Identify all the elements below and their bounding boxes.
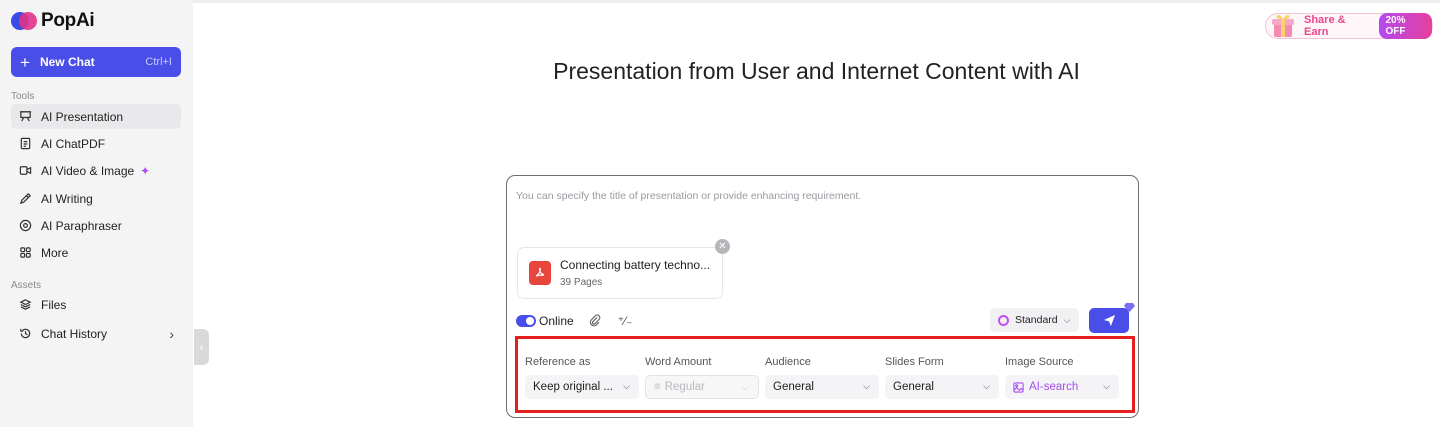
presentation-options-panel: Reference as Keep original ... ⌵ Word Am… (515, 336, 1135, 413)
sidebar-item-label: AI Presentation (41, 109, 124, 124)
sidebar-item-more[interactable]: More (11, 240, 181, 265)
tools-section-label: Tools (11, 91, 35, 102)
chevron-down-icon: ⌵ (863, 381, 870, 391)
audience-label: Audience (765, 356, 811, 368)
app-name: PopAi (41, 10, 95, 31)
plus-icon: + (20, 52, 30, 72)
chevron-down-icon: ⌵ (623, 381, 630, 391)
discount-badge: 20% OFF (1379, 13, 1432, 39)
send-icon (1103, 314, 1115, 327)
word-amount-value: Regular (664, 381, 705, 393)
sparkle-icon: ✦ (140, 163, 151, 178)
page-title: Presentation from User and Internet Cont… (553, 58, 1080, 84)
sidebar-item-label: More (41, 245, 69, 260)
video-image-icon (18, 164, 32, 178)
reference-label: Reference as (525, 356, 591, 368)
new-chat-shortcut: Ctrl+I (145, 56, 172, 68)
chevron-down-icon: ⌵ (983, 381, 990, 391)
presentation-composer: You can specify the title of presentatio… (506, 175, 1139, 418)
online-toggle[interactable] (516, 315, 536, 327)
sidebar-item-label: AI Writing (41, 191, 93, 206)
reference-select[interactable]: Keep original ... ⌵ (525, 375, 639, 399)
sidebar-item-ai-chatpdf[interactable]: AI ChatPDF (11, 131, 181, 156)
image-source-label: Image Source (1005, 356, 1074, 368)
lines-icon: ≡ (654, 381, 661, 393)
sidebar: PopAi + New Chat Ctrl+I Tools AI Present… (0, 0, 193, 427)
pen-icon (18, 192, 32, 206)
online-label: Online (539, 314, 574, 328)
pdf-icon (529, 261, 551, 285)
share-earn-button[interactable]: Share & Earn 20% OFF (1265, 13, 1433, 39)
gift-icon (1272, 15, 1294, 37)
chevron-down-icon: ⌵ (1103, 381, 1110, 391)
top-divider (193, 0, 1440, 3)
main-content: Share & Earn 20% OFF Presentation from U… (193, 0, 1440, 427)
sidebar-item-label: AI Video & Image (41, 163, 135, 178)
sidebar-item-ai-presentation[interactable]: AI Presentation (11, 104, 181, 129)
history-icon (18, 327, 32, 341)
popai-logo-icon (11, 10, 37, 32)
app-logo[interactable]: PopAi (11, 10, 95, 32)
reference-value: Keep original ... (533, 381, 613, 393)
sidebar-item-chat-history[interactable]: Chat History › (11, 321, 181, 346)
paraphrase-icon (18, 219, 32, 233)
attached-file-card[interactable]: Connecting battery techno... 39 Pages (517, 247, 723, 299)
remove-file-icon[interactable]: ✕ (715, 239, 730, 254)
image-icon (1013, 381, 1024, 393)
premium-gem-icon (1124, 303, 1135, 312)
sidebar-item-ai-writing[interactable]: AI Writing (11, 186, 181, 211)
file-pages: 39 Pages (560, 277, 603, 288)
sidebar-item-ai-video-image[interactable]: AI Video & Image ✦ (11, 158, 181, 183)
grid-icon (18, 246, 32, 260)
sidebar-item-label: AI ChatPDF (41, 136, 106, 151)
mode-select[interactable]: Standard ⌵ (990, 308, 1079, 332)
sidebar-item-label: Chat History (41, 326, 108, 341)
slides-form-select[interactable]: General ⌵ (885, 375, 999, 399)
slides-form-label: Slides Form (885, 356, 944, 368)
file-name: Connecting battery techno... (560, 258, 711, 272)
layers-icon (18, 298, 32, 312)
mode-label: Standard (1015, 314, 1058, 326)
enhance-prompt-icon[interactable]: ⁺⁄₋ (618, 314, 633, 328)
mode-icon (998, 314, 1009, 326)
word-amount-select: ≡ Regular ⌵ (645, 375, 759, 399)
chevron-right-icon: › (169, 325, 174, 342)
composer-toolbar: Online ⁺⁄₋ (516, 313, 632, 329)
chevron-down-icon: ⌵ (742, 382, 749, 392)
sidebar-item-files[interactable]: Files (11, 292, 181, 317)
image-source-select[interactable]: AI-search ⌵ (1005, 375, 1119, 399)
send-button[interactable] (1089, 308, 1129, 333)
audience-select[interactable]: General ⌵ (765, 375, 879, 399)
paperclip-icon[interactable] (588, 314, 602, 328)
sidebar-item-label: AI Paraphraser (41, 218, 122, 233)
requirement-input[interactable]: You can specify the title of presentatio… (516, 190, 861, 202)
collapse-sidebar-handle[interactable]: ‹ (194, 329, 209, 365)
slides-form-value: General (893, 381, 934, 393)
audience-value: General (773, 381, 814, 393)
sidebar-item-label: Files (41, 297, 67, 312)
sidebar-item-ai-paraphraser[interactable]: AI Paraphraser (11, 213, 181, 238)
assets-section-label: Assets (11, 280, 42, 291)
image-source-value: AI-search (1029, 381, 1079, 393)
document-icon (18, 137, 32, 151)
share-earn-label: Share & Earn (1304, 14, 1346, 38)
presentation-icon (18, 110, 32, 124)
new-chat-button[interactable]: + New Chat Ctrl+I (11, 47, 181, 77)
word-amount-label: Word Amount (645, 356, 712, 368)
new-chat-label: New Chat (39, 55, 95, 69)
chevron-down-icon: ⌵ (1063, 314, 1071, 325)
